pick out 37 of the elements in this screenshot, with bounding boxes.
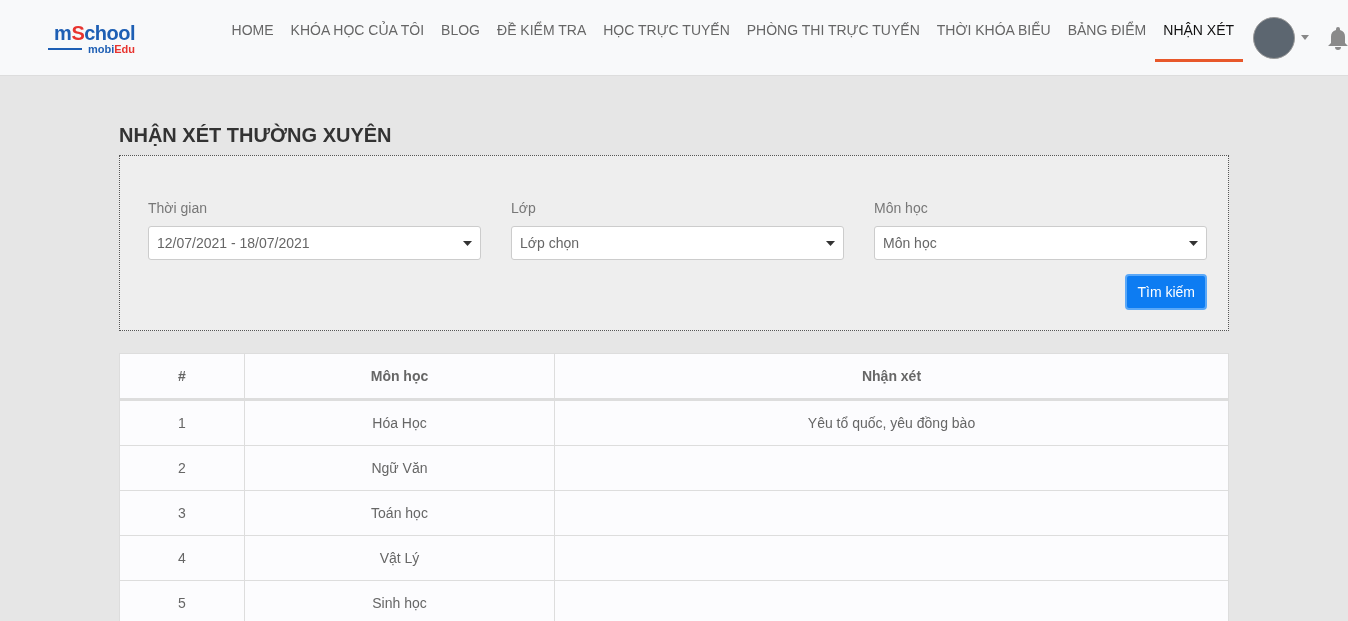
page-title: NHẬN XÉT THƯỜNG XUYÊN (119, 124, 393, 147)
table-cell: 2 (119, 445, 245, 491)
dropdown[interactable]: Lớp chọn (511, 226, 844, 260)
field-label: Lớp (511, 200, 537, 216)
dropdown[interactable]: 12/07/2021 - 18/07/2021 (148, 226, 481, 260)
table-cell: 1 (119, 399, 245, 446)
table-cell: Hóa Học (244, 399, 555, 446)
table-cell: 3 (119, 490, 245, 536)
logo[interactable]: mSchool mobiEdu (48, 22, 136, 55)
nav-link[interactable]: BẢNG ĐIỂM (1059, 1, 1155, 62)
column-header: # (119, 353, 245, 400)
nav-link[interactable]: THỜI KHÓA BIỂU (928, 1, 1060, 62)
caret-icon (1189, 240, 1198, 246)
table-cell: 4 (119, 535, 245, 581)
column-header: Môn học (244, 353, 555, 400)
nav-link[interactable]: KHÓA HỌC CỦA TÔI (282, 1, 433, 62)
dropdown[interactable]: Môn học (874, 226, 1207, 260)
column-header: Nhận xét (554, 353, 1229, 400)
search-button[interactable]: Tìm kiếm (1125, 274, 1207, 310)
table-cell: Yêu tổ quốc, yêu đồng bào (554, 399, 1229, 446)
nav-link[interactable]: HỌC TRỰC TUYẾN (594, 1, 739, 62)
table-cell: Ngữ Văn (244, 445, 555, 491)
nav-link[interactable]: PHÒNG THI TRỰC TUYẾN (738, 1, 929, 62)
nav-link[interactable]: HOME (223, 1, 283, 62)
table-cell: Vật Lý (244, 535, 555, 581)
caret-icon (463, 240, 472, 246)
nav-link[interactable]: NHẬN XÉT (1154, 1, 1243, 62)
caret-icon (826, 240, 835, 246)
table-cell: 5 (119, 580, 245, 621)
field-label: Thời gian (148, 200, 208, 216)
table-cell: Toán học (244, 490, 555, 536)
caret-icon[interactable] (1300, 35, 1309, 40)
field-label: Môn học (874, 200, 929, 216)
bell-icon[interactable] (1326, 25, 1348, 50)
nav-link[interactable]: BLOG (432, 1, 489, 62)
avatar[interactable] (1252, 16, 1295, 59)
nav-link[interactable]: ĐỀ KIỂM TRA (488, 1, 595, 62)
